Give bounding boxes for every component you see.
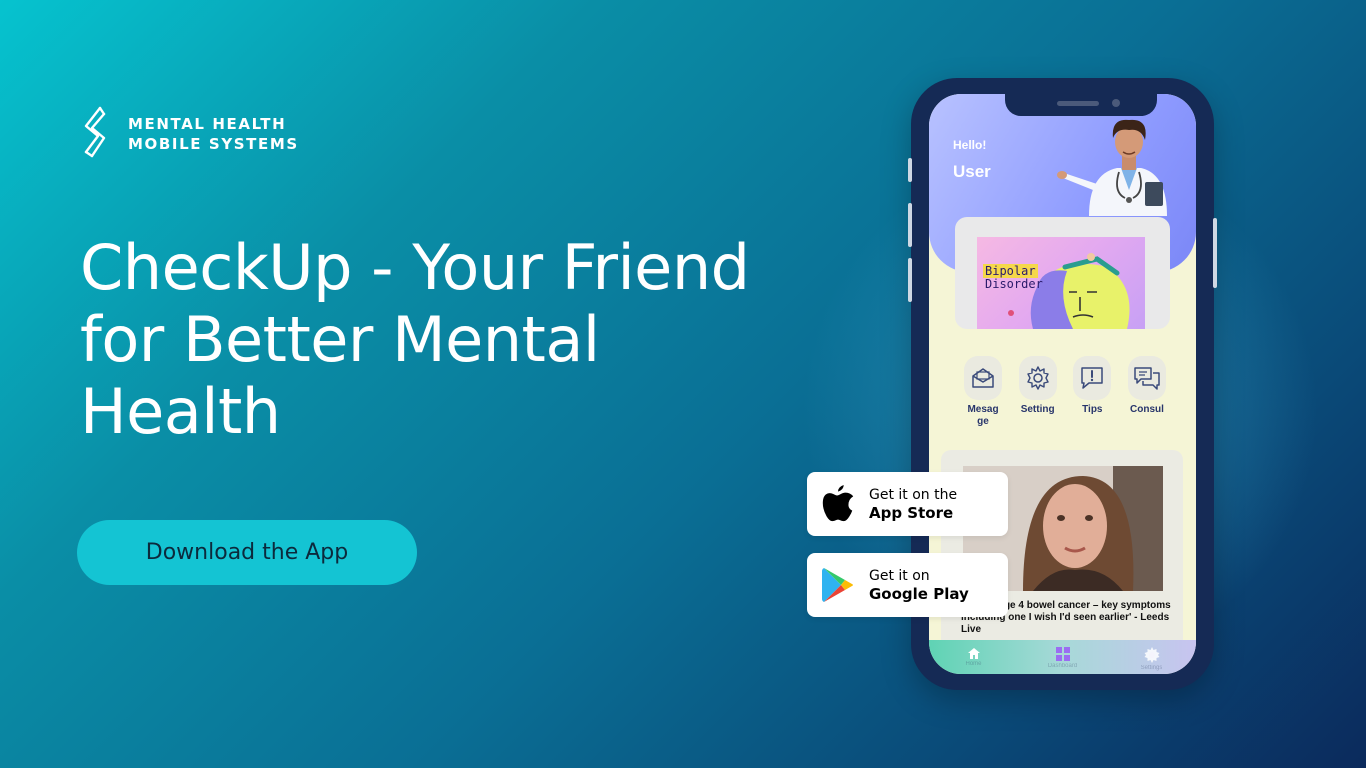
username-text: User [953, 162, 991, 181]
menu-label-message: Mesag ge [967, 404, 999, 427]
nav-settings-label: Settings [1140, 665, 1163, 671]
doctor-illustration [1057, 119, 1167, 216]
greeting-text: Hello! [953, 138, 987, 152]
google-play-icon [822, 568, 853, 602]
menu-label-consul: Consul [1130, 404, 1164, 415]
brand-line-1: MENTAL HEALTH [128, 115, 287, 133]
menu-item-message[interactable]: Mesag ge [959, 356, 1007, 428]
banner-title-line-2: Disorder [985, 277, 1043, 291]
phone-volume-up [908, 203, 912, 247]
google-play-text: Get it on Google Play [869, 567, 969, 604]
google-play-line-1: Get it on [869, 567, 930, 584]
app-store-line-1: Get it on the [869, 486, 958, 503]
headline-line-3: Health [80, 375, 281, 448]
bipolar-disorder-banner-image: Bipolar Disorder [977, 237, 1145, 329]
lightning-s-logo-icon [84, 106, 106, 158]
home-icon [967, 648, 980, 659]
brand: MENTAL HEALTH MOBILE SYSTEMS [80, 106, 299, 162]
headline-line-1: CheckUp - Your Friend [80, 231, 750, 304]
banner-title-line-1: Bipolar [983, 264, 1038, 278]
brand-name: MENTAL HEALTH MOBILE SYSTEMS [128, 114, 299, 154]
nav-dashboard-label: Dashboard [1047, 663, 1078, 669]
phone-power-button [1213, 218, 1217, 288]
menu-label-tips: Tips [1082, 404, 1103, 415]
exclamation-chat-icon [1073, 356, 1112, 400]
envelope-icon [964, 356, 1002, 400]
google-play-line-2: Google Play [869, 584, 969, 603]
app-store-line-2: App Store [869, 503, 954, 522]
nav-dashboard[interactable]: Dashboard [1043, 646, 1083, 671]
page-headline: CheckUp - Your Friend for Better Mental … [80, 232, 820, 448]
menu-item-setting[interactable]: Setting [1014, 356, 1062, 428]
menu-item-tips[interactable]: Tips [1068, 356, 1116, 428]
app-store-text: Get it on the App Store [869, 486, 957, 523]
gear-icon [1018, 356, 1057, 400]
dashboard-icon [1055, 647, 1070, 661]
nav-home-label: Home [965, 661, 982, 667]
app-store-badge[interactable]: Get it on the App Store [807, 472, 1008, 536]
apple-icon [822, 485, 854, 522]
download-app-button[interactable]: Download the App [77, 520, 417, 585]
speaker-grille [1057, 101, 1099, 106]
phone-mute-switch [908, 158, 912, 182]
headline-line-2: for Better Mental [80, 303, 600, 376]
settings-icon [1144, 647, 1159, 663]
featured-banner-card[interactable]: Bipolar Disorder [955, 217, 1170, 329]
menu-item-consul[interactable]: Consul [1123, 356, 1171, 428]
banner-title: Bipolar Disorder [983, 264, 1045, 291]
nav-settings[interactable]: Settings [1132, 646, 1172, 673]
front-camera [1112, 99, 1120, 107]
chat-bubbles-icon [1127, 356, 1166, 400]
phone-volume-down [908, 258, 912, 302]
nav-home[interactable]: Home [954, 646, 994, 669]
phone-notch [1005, 94, 1157, 116]
menu-label-setting: Setting [1020, 404, 1055, 415]
google-play-badge[interactable]: Get it on Google Play [807, 553, 1008, 617]
bottom-nav: Home Dashboard Settings [929, 640, 1196, 674]
quick-menu: Mesag ge Setting Tips Consul [959, 356, 1171, 428]
brand-line-2: MOBILE SYSTEMS [128, 135, 299, 153]
